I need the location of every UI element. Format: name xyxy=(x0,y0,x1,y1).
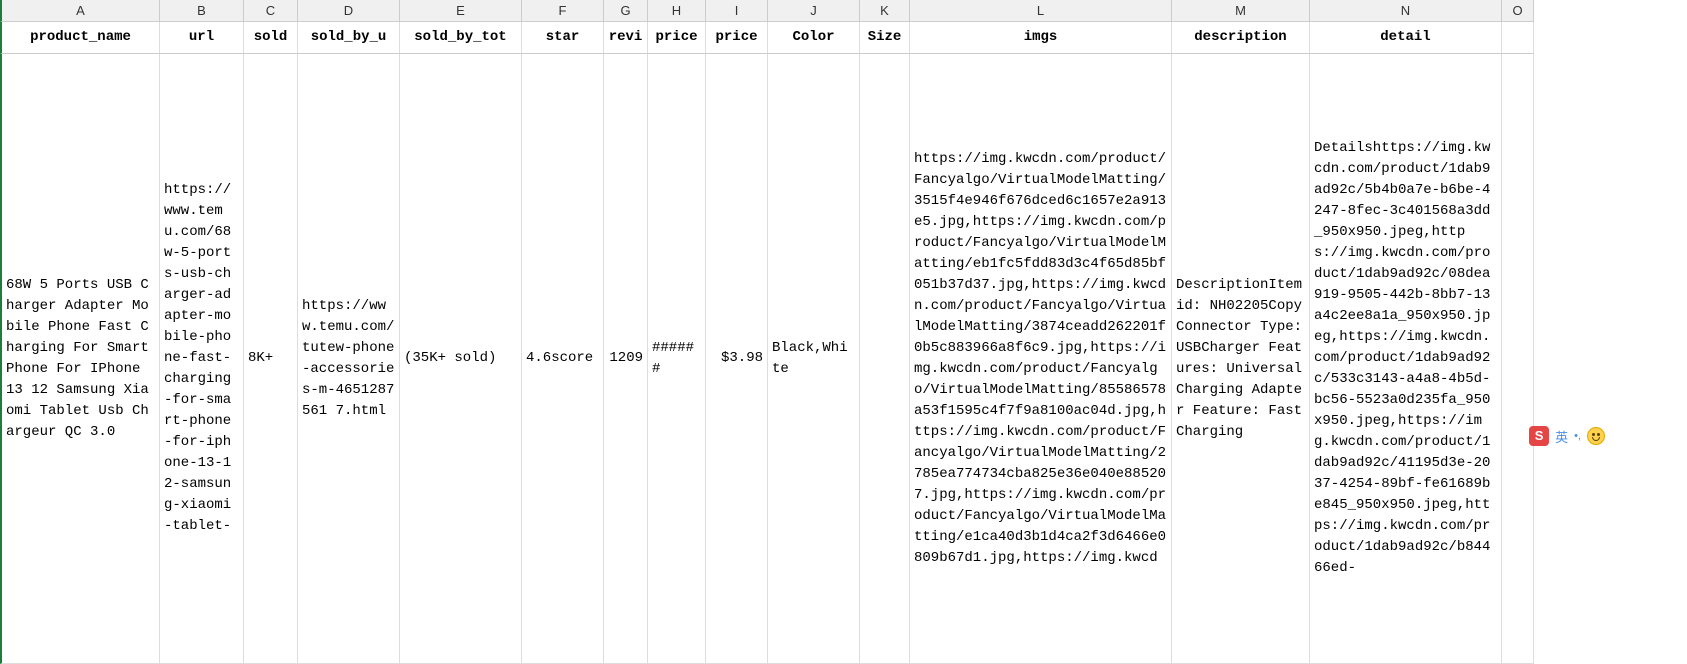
header-sold-by-u[interactable]: sold_by_u xyxy=(298,22,400,54)
col-header-J[interactable]: J xyxy=(768,0,860,22)
header-url[interactable]: url xyxy=(160,22,244,54)
data-row-1: 68W 5 Ports USB Charger Adapter Mobile P… xyxy=(0,54,1534,664)
header-size[interactable]: Size xyxy=(860,22,910,54)
header-color[interactable]: Color xyxy=(768,22,860,54)
col-header-F[interactable]: F xyxy=(522,0,604,22)
header-revi[interactable]: revi xyxy=(604,22,648,54)
col-header-O[interactable]: O xyxy=(1502,0,1534,22)
ime-language-label: 英 xyxy=(1555,427,1568,446)
cell-sold[interactable]: 8K+ xyxy=(244,54,298,664)
header-price[interactable]: price xyxy=(648,22,706,54)
cell-description[interactable]: DescriptionItem id: NH02205CopyConnector… xyxy=(1172,54,1310,664)
col-header-G[interactable]: G xyxy=(604,0,648,22)
ime-indicator[interactable]: S 英 •, xyxy=(1529,426,1605,446)
cell-url[interactable]: https://www.temu.com/68w-5-ports-usb-cha… xyxy=(160,54,244,664)
col-header-D[interactable]: D xyxy=(298,0,400,22)
header-imgs[interactable]: imgs xyxy=(910,22,1172,54)
col-header-B[interactable]: B xyxy=(160,0,244,22)
cell-price-overflow[interactable]: ###### xyxy=(648,54,706,664)
ime-punctuation-label: •, xyxy=(1574,430,1581,442)
cell-imgs[interactable]: https://img.kwcdn.com/product/Fancyalgo/… xyxy=(910,54,1172,664)
header-empty[interactable] xyxy=(1502,22,1534,54)
header-sold[interactable]: sold xyxy=(244,22,298,54)
cell-sold-by-tot[interactable]: (35K+ sold) xyxy=(400,54,522,664)
header-star[interactable]: star xyxy=(522,22,604,54)
cell-star[interactable]: 4.6score xyxy=(522,54,604,664)
column-header-row: A B C D E F G H I J K L M N O xyxy=(0,0,1534,22)
field-header-row: product_name url sold sold_by_u sold_by_… xyxy=(0,22,1534,54)
col-header-H[interactable]: H xyxy=(648,0,706,22)
cell-product-name[interactable]: 68W 5 Ports USB Charger Adapter Mobile P… xyxy=(0,54,160,664)
header-detail[interactable]: detail xyxy=(1310,22,1502,54)
header-description[interactable]: description xyxy=(1172,22,1310,54)
col-header-M[interactable]: M xyxy=(1172,0,1310,22)
col-header-I[interactable]: I xyxy=(706,0,768,22)
cell-color[interactable]: Black,White xyxy=(768,54,860,664)
col-header-N[interactable]: N xyxy=(1310,0,1502,22)
sogou-ime-icon: S xyxy=(1529,426,1549,446)
col-header-A[interactable]: A xyxy=(0,0,160,22)
col-header-L[interactable]: L xyxy=(910,0,1172,22)
cell-empty[interactable] xyxy=(1502,54,1534,664)
col-header-E[interactable]: E xyxy=(400,0,522,22)
col-header-C[interactable]: C xyxy=(244,0,298,22)
cell-detail[interactable]: Detailshttps://img.kwcdn.com/product/1da… xyxy=(1310,54,1502,664)
header-sold-by-tot[interactable]: sold_by_tot xyxy=(400,22,522,54)
cell-size[interactable] xyxy=(860,54,910,664)
ime-emoji-icon xyxy=(1587,427,1605,445)
spreadsheet-grid[interactable]: A B C D E F G H I J K L M N O product_na… xyxy=(0,0,1687,664)
col-header-K[interactable]: K xyxy=(860,0,910,22)
cell-sold-by-u[interactable]: https://www.temu.com/tutew-phone-accesso… xyxy=(298,54,400,664)
cell-revi[interactable]: 1209 xyxy=(604,54,648,664)
header-price2[interactable]: price xyxy=(706,22,768,54)
header-product-name[interactable]: product_name xyxy=(0,22,160,54)
cell-price-value[interactable]: $3.98 xyxy=(706,54,768,664)
